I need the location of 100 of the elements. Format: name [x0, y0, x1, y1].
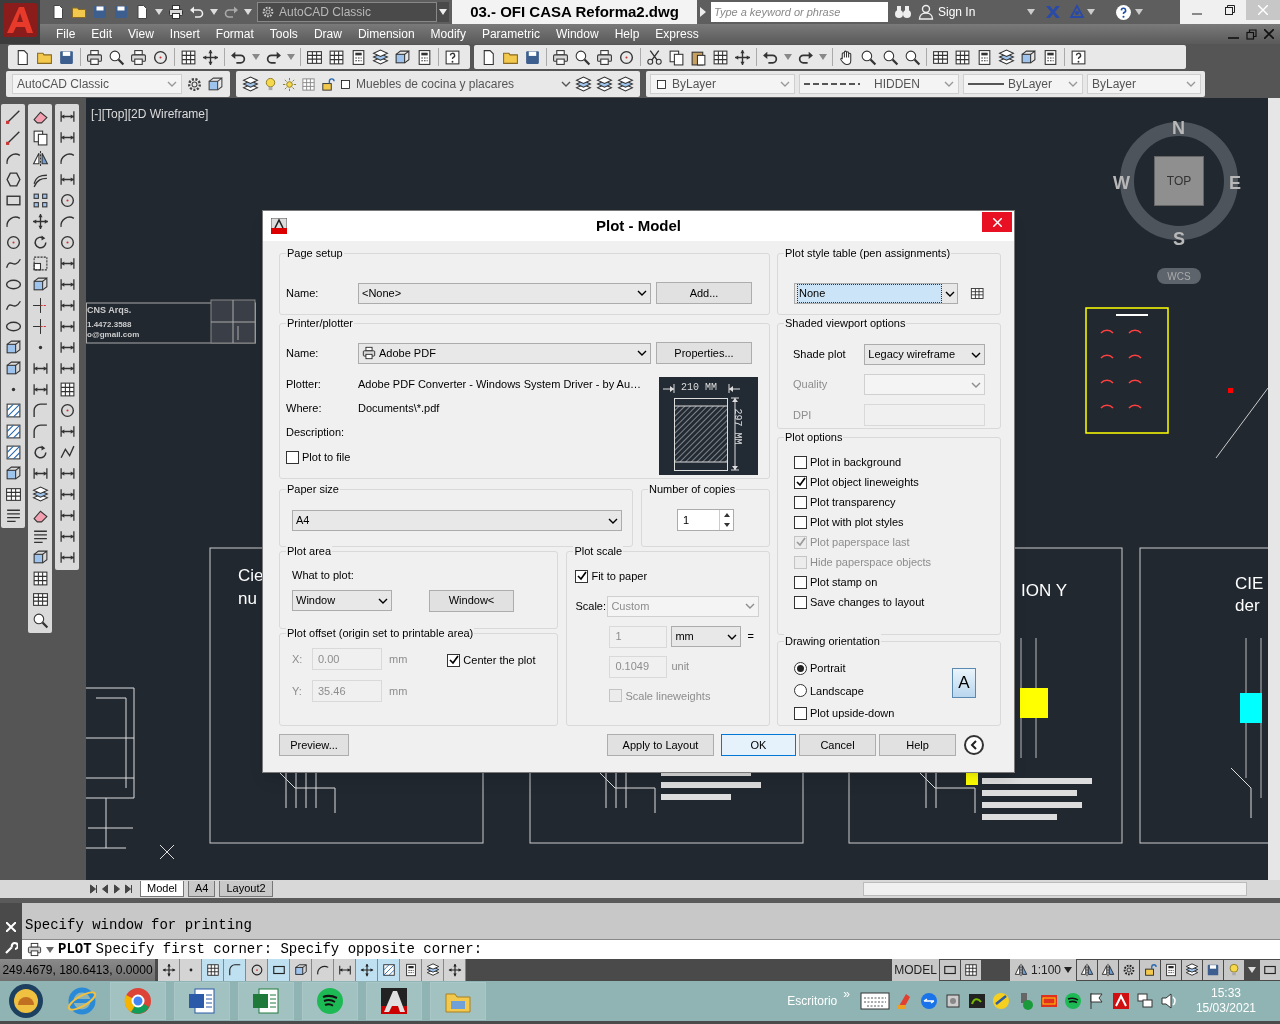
group-title: Printer/plotter — [286, 316, 355, 330]
compass-label[interactable]: E — [1229, 170, 1241, 197]
equals-sign: = — [747, 629, 754, 645]
sheet-title: nu — [238, 588, 257, 610]
field-label: What to plot: — [292, 569, 354, 581]
preview-button[interactable]: Preview... — [279, 734, 349, 756]
group-title: Shaded viewport options — [784, 316, 907, 330]
field-value: Adobe PDF Converter - Windows System Driver - by Au… — [358, 376, 642, 392]
checkbox-label: Plot stamp on — [810, 575, 878, 589]
field-label: Name: — [286, 285, 320, 301]
field-label: Plotter: — [286, 376, 322, 392]
dimension-label: 210 MM — [681, 382, 717, 393]
field-label: Quality — [793, 377, 829, 393]
unit-label: unit — [671, 659, 690, 675]
title-block-text: CNS Arqs. — [87, 304, 132, 317]
compass-label[interactable]: N — [1172, 115, 1185, 142]
dropdown[interactable]: Window — [292, 590, 392, 611]
group-title: Page setup — [286, 246, 344, 260]
field-label: Description: — [286, 424, 346, 440]
dialog-button[interactable]: Cancel — [799, 734, 876, 756]
title-block-text: 1.4472.3588 — [87, 320, 132, 330]
dropdown[interactable]: Legacy wireframe — [864, 344, 985, 365]
radio-label: Landscape — [810, 683, 864, 699]
group-title: Drawing orientation — [784, 634, 881, 648]
menu-item[interactable]: Insert — [161, 25, 208, 43]
ok-button[interactable]: OK — [721, 734, 796, 756]
dropdown[interactable]: A4 — [292, 510, 622, 531]
dialog-button[interactable]: Apply to Layout — [607, 734, 714, 756]
sheet-title: ION Y — [1021, 580, 1067, 602]
group-title: Plot area — [286, 544, 333, 558]
space-button[interactable]: MODEL — [892, 959, 939, 981]
menu-item[interactable]: Edit — [83, 25, 121, 43]
checkbox-label: Plot upside-down — [810, 706, 895, 721]
add-button[interactable]: Add... — [656, 282, 752, 304]
menu-item[interactable]: Tools — [261, 25, 306, 43]
dropdown[interactable]: AutoCAD Classic — [12, 74, 182, 94]
unit-label: mm — [389, 651, 408, 667]
viewcube-face[interactable]: TOP — [1154, 156, 1204, 206]
workspace-dropdown[interactable]: AutoCAD Classic — [257, 2, 437, 22]
field-value: Documents\*.pdf — [358, 400, 440, 416]
checkbox-label: Plot to file — [302, 450, 351, 465]
annotation-scale[interactable]: 1:100 — [1009, 959, 1076, 981]
dropdown[interactable]: Adobe PDF — [358, 342, 651, 364]
menu-item[interactable]: Help — [606, 25, 648, 43]
clock-time: 15:33 — [1210, 986, 1241, 1001]
menu-item[interactable]: Draw — [305, 25, 350, 43]
field-label: Shade plot — [793, 347, 847, 363]
dropdown[interactable]: ByLayer — [650, 74, 795, 94]
coordinates: 249.4679, 180.6413, 0.0000 — [0, 959, 155, 981]
dropdown[interactable]: ByLayer — [963, 74, 1083, 94]
command-prompt: Specify first corner: Specify opposite corner: — [95, 940, 483, 959]
compass-label[interactable]: W — [1113, 170, 1130, 197]
field-label: Y: — [292, 683, 303, 699]
sign-in-link[interactable]: Sign In — [938, 3, 976, 21]
checkbox-label: Plot object lineweights — [810, 475, 919, 489]
command-history: Specify window for printing — [25, 916, 252, 935]
layout-tab[interactable]: A4 — [187, 881, 216, 897]
field-label: Where: — [286, 400, 323, 416]
layout-tab[interactable]: Model — [140, 881, 184, 897]
field-label: Scale: — [575, 598, 607, 614]
window-title: 03.- OFI CASA Reforma2.dwg — [452, 0, 697, 24]
menu-item[interactable]: Modify — [422, 25, 474, 43]
menu-item[interactable]: File — [48, 25, 84, 43]
dropdown[interactable]: mm — [671, 626, 742, 647]
field-label: Name: — [286, 345, 320, 361]
clock-date: 15/03/2021 — [1195, 1001, 1256, 1016]
window-button[interactable]: Window< — [429, 589, 514, 612]
sheet-title: CIE — [1235, 573, 1264, 595]
viewport-label[interactable]: [-][Top][2D Wireframe] — [91, 105, 209, 123]
command-input[interactable]: PLOT Specify first corner: Specify opposite corner: — [22, 939, 1280, 959]
group-title: Plot scale — [573, 544, 624, 558]
menu-item[interactable]: Express — [647, 25, 707, 43]
sheet-title: der — [1235, 595, 1260, 617]
number-spinner[interactable]: 1 — [677, 509, 734, 531]
orientation-preview: A — [952, 668, 976, 698]
menu-item[interactable]: Dimension — [349, 25, 423, 43]
menu-item[interactable]: View — [120, 25, 162, 43]
menu-item[interactable]: Format — [207, 25, 262, 43]
checkbox-label: Save changes to layout — [810, 595, 925, 609]
properties-button[interactable]: Properties... — [656, 342, 752, 364]
layout-tab[interactable]: Layout2 — [219, 881, 273, 897]
checkbox-label: Plot transparency — [810, 495, 896, 509]
dropdown[interactable]: ByLayer — [1087, 74, 1201, 94]
checkbox-label: Fit to paper — [591, 569, 648, 584]
dropdown[interactable]: <None> — [358, 282, 651, 304]
checkbox-label: Hide paperspace objects — [810, 555, 932, 569]
dialog-button[interactable]: Help — [879, 734, 956, 756]
command-name: PLOT — [58, 940, 92, 959]
group-title: Plot options — [784, 430, 844, 444]
checkbox-label: Plot paperspace last — [810, 535, 910, 549]
menu-item[interactable]: Parametric — [473, 25, 548, 43]
checkbox-label: Scale lineweights — [625, 688, 711, 704]
search-field[interactable]: Type a keyword or phrase — [711, 2, 888, 22]
field-label: X: — [292, 651, 304, 667]
dropdown[interactable]: HIDDEN — [799, 74, 959, 94]
group-title: Number of copies — [648, 482, 737, 496]
menu-item[interactable]: Window — [547, 25, 607, 43]
unit-label: mm — [389, 683, 408, 699]
dropdown[interactable]: None — [794, 283, 958, 304]
compass-label[interactable]: S — [1173, 226, 1185, 253]
